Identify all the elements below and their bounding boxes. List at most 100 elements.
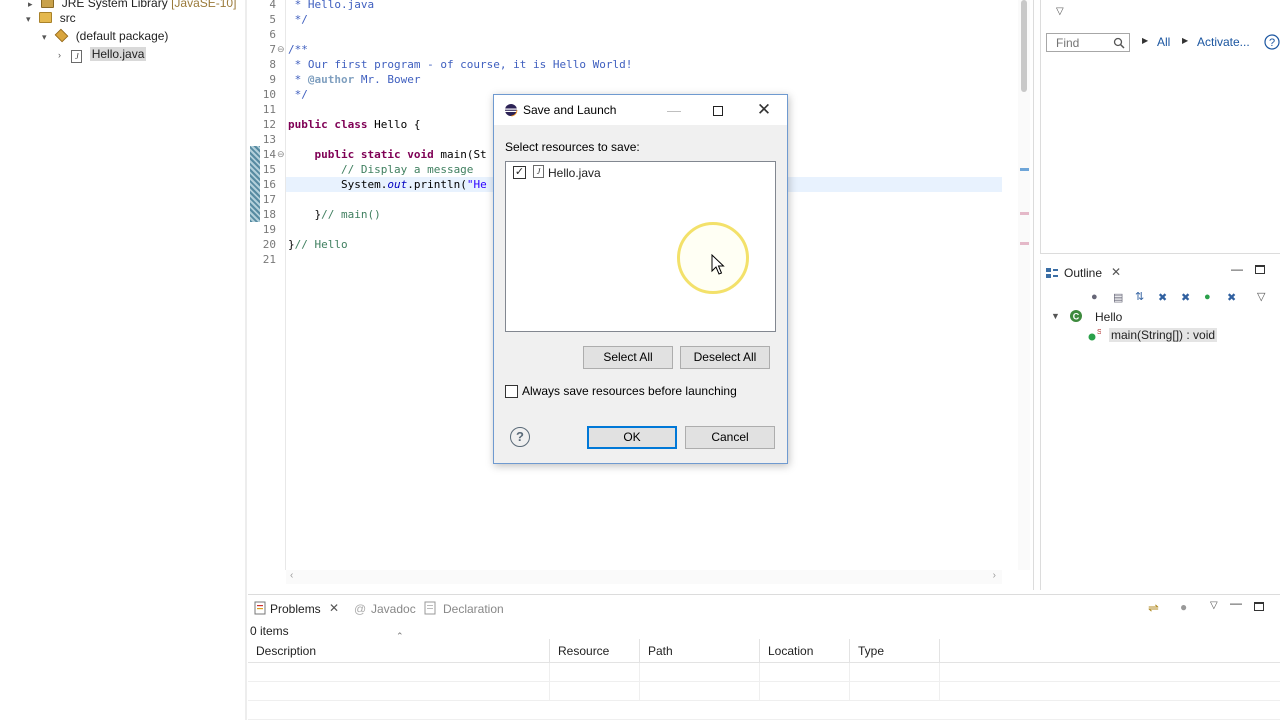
package-explorer: ▸ JRE System Library [JavaSE-10] ▾ src ▾… bbox=[0, 0, 245, 720]
chevron-right-icon[interactable]: › bbox=[58, 46, 68, 64]
code-line: public class Hello { bbox=[288, 117, 420, 132]
chevron-down-icon[interactable]: ▼ bbox=[1051, 311, 1060, 321]
fold-collapse-icon[interactable]: ⊖ bbox=[277, 147, 285, 162]
table-row bbox=[248, 701, 1280, 720]
chevron-down-icon[interactable]: ▾ bbox=[42, 28, 52, 46]
tree-item-default-package[interactable]: ▾ (default package) bbox=[42, 27, 168, 45]
code-token: System. bbox=[288, 178, 388, 191]
problems-view: Problems ✕ @ Javadoc Declaration ⇌ ● ▽ —… bbox=[248, 594, 1280, 720]
tree-item-label: JRE System Library bbox=[61, 0, 168, 10]
horizontal-scrollbar[interactable]: ‹ › bbox=[286, 570, 1002, 584]
view-menu-icon[interactable]: ▽ bbox=[1210, 600, 1218, 611]
always-save-checkbox[interactable] bbox=[505, 385, 518, 398]
column-path[interactable]: Path bbox=[640, 639, 760, 663]
hide-static-icon[interactable]: ✖ bbox=[1181, 291, 1190, 304]
tree-item-hello-java[interactable]: › J Hello.java bbox=[58, 45, 147, 64]
find-input[interactable] bbox=[1047, 34, 1109, 51]
outline-method-label[interactable]: main(String[]) : void bbox=[1109, 328, 1218, 342]
overview-ruler-mark[interactable] bbox=[1020, 212, 1029, 215]
deselect-all-button[interactable]: Deselect All bbox=[680, 346, 770, 369]
code-line: */ bbox=[288, 13, 308, 26]
maximize-icon[interactable] bbox=[1254, 602, 1264, 611]
sort-icon[interactable]: ⇅ bbox=[1135, 290, 1144, 303]
minimize-icon[interactable]: — bbox=[652, 95, 696, 125]
scrollbar-thumb[interactable] bbox=[1021, 0, 1027, 92]
maximize-icon bbox=[713, 106, 723, 116]
code-field: out bbox=[387, 178, 408, 191]
close-icon[interactable]: ✕ bbox=[329, 601, 339, 615]
code-line: * @author Mr. Bower bbox=[288, 72, 421, 87]
always-save-label[interactable]: Always save resources before launching bbox=[522, 384, 737, 398]
activate-link[interactable]: Activate... bbox=[1197, 35, 1250, 49]
scroll-right-icon[interactable]: › bbox=[993, 570, 996, 581]
cancel-button[interactable]: Cancel bbox=[685, 426, 775, 449]
outline-class-label[interactable]: Hello bbox=[1095, 310, 1122, 324]
all-link[interactable]: All bbox=[1157, 35, 1170, 49]
view-menu-icon[interactable]: ▽ bbox=[1257, 290, 1265, 303]
column-location[interactable]: Location bbox=[760, 639, 850, 663]
table-cell bbox=[550, 663, 640, 682]
line-number: 5 bbox=[269, 13, 276, 26]
problems-count: 0 items bbox=[250, 624, 289, 638]
column-type[interactable]: Type bbox=[850, 639, 940, 663]
mouse-pointer-icon bbox=[711, 254, 725, 275]
line-number: 14 bbox=[262, 148, 276, 161]
outline-view-icon bbox=[1046, 268, 1058, 278]
hide-non-public-members-icon[interactable]: ● bbox=[1204, 291, 1211, 303]
hide-local-types-icon[interactable]: ✖ bbox=[1227, 291, 1236, 304]
line-number: 18 bbox=[262, 208, 276, 221]
code-line: */ bbox=[288, 88, 308, 101]
help-icon[interactable]: ? bbox=[1264, 34, 1280, 50]
column-resource[interactable]: Resource bbox=[550, 639, 640, 663]
tree-item-src[interactable]: ▾ src bbox=[26, 9, 76, 27]
svg-text:S: S bbox=[1097, 329, 1101, 336]
overview-ruler-mark[interactable] bbox=[1020, 168, 1029, 171]
code-token: * bbox=[288, 73, 308, 86]
overview-ruler-mark[interactable] bbox=[1020, 242, 1029, 245]
vertical-scrollbar[interactable] bbox=[1018, 0, 1030, 570]
table-cell bbox=[640, 682, 760, 701]
class-icon: C bbox=[1070, 310, 1082, 322]
scroll-left-icon[interactable]: ‹ bbox=[290, 570, 293, 581]
table-cell bbox=[760, 682, 850, 701]
dialog-title: Save and Launch bbox=[523, 103, 617, 117]
svg-text:C: C bbox=[1073, 312, 1080, 322]
table-row bbox=[248, 663, 1280, 682]
minimize-icon[interactable]: — bbox=[1231, 262, 1243, 276]
close-icon[interactable]: ✕ bbox=[1111, 265, 1121, 279]
ok-button[interactable]: OK bbox=[587, 426, 677, 449]
tab-problems[interactable]: Problems bbox=[270, 602, 321, 616]
tab-declaration[interactable]: Declaration bbox=[443, 602, 504, 616]
line-number: 10 bbox=[262, 88, 276, 101]
sash-divider[interactable] bbox=[245, 0, 247, 720]
line-number: 8 bbox=[269, 58, 276, 71]
focus-icon[interactable]: ● bbox=[1180, 600, 1187, 614]
find-field[interactable] bbox=[1046, 33, 1130, 52]
maximize-button[interactable] bbox=[696, 95, 740, 125]
fold-collapse-icon[interactable]: ⊖ bbox=[277, 42, 285, 57]
column-description[interactable]: Description bbox=[248, 639, 550, 663]
filter-icon[interactable]: ⇌ bbox=[1148, 600, 1159, 616]
hide-non-public-icon[interactable]: ● bbox=[1091, 291, 1098, 303]
dialog-titlebar[interactable]: Save and Launch — ✕ bbox=[494, 95, 787, 125]
resource-checkbox[interactable]: ✓ bbox=[513, 166, 526, 179]
collapse-all-icon[interactable]: ▤ bbox=[1113, 291, 1123, 304]
minimize-icon[interactable]: — bbox=[1230, 596, 1242, 610]
search-icon bbox=[1113, 37, 1125, 49]
chevron-down-icon[interactable]: ▾ bbox=[26, 10, 36, 28]
view-menu-icon[interactable]: ▽ bbox=[1056, 6, 1064, 17]
code-token: .println( bbox=[407, 178, 467, 191]
line-number: 15 bbox=[262, 163, 276, 176]
help-icon[interactable]: ? bbox=[510, 427, 530, 447]
hide-fields-icon[interactable]: ✖ bbox=[1158, 291, 1167, 304]
line-number: 11 bbox=[262, 103, 276, 116]
gutter-divider bbox=[285, 0, 286, 570]
tree-item-suffix: [JavaSE-10] bbox=[171, 0, 237, 10]
tab-outline[interactable]: Outline bbox=[1064, 266, 1102, 280]
resource-item-label[interactable]: Hello.java bbox=[548, 166, 601, 180]
tab-javadoc[interactable]: Javadoc bbox=[371, 602, 416, 616]
code-line: // Display a message bbox=[288, 163, 474, 176]
maximize-icon[interactable] bbox=[1255, 265, 1265, 274]
close-button[interactable]: ✕ bbox=[742, 95, 786, 125]
select-all-button[interactable]: Select All bbox=[583, 346, 673, 369]
